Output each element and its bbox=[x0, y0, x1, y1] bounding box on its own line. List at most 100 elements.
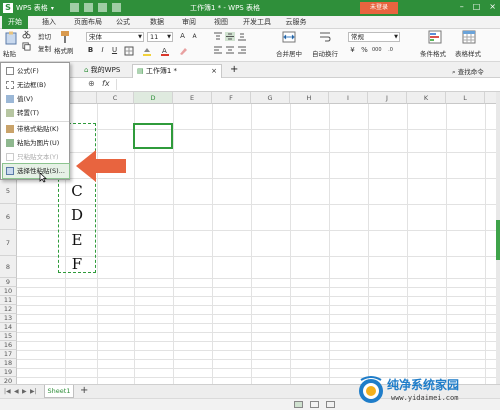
row-header-12[interactable]: 12 bbox=[0, 305, 17, 314]
print-icon[interactable] bbox=[84, 3, 93, 12]
close-icon[interactable]: × bbox=[489, 2, 496, 11]
cell-value[interactable]: E bbox=[63, 231, 91, 249]
row-header-9[interactable]: 9 bbox=[0, 278, 17, 287]
cell-value[interactable]: F bbox=[63, 255, 91, 273]
tab-my-wps[interactable]: ⌂ 我的WPS bbox=[80, 64, 124, 78]
column-header-g[interactable]: G bbox=[251, 92, 290, 104]
row-header-7[interactable]: 7 bbox=[0, 230, 17, 256]
column-header-f[interactable]: F bbox=[212, 92, 251, 104]
tab-home[interactable]: 开始 bbox=[2, 16, 28, 29]
table-style-icon[interactable] bbox=[462, 30, 476, 44]
wps-menu-button[interactable]: S WPS 表格 ▾ bbox=[0, 0, 64, 16]
tab-data[interactable]: 数据 bbox=[146, 16, 168, 29]
row-header-18[interactable]: 18 bbox=[0, 359, 17, 368]
menu-item-paste-values[interactable]: 值(V) bbox=[3, 92, 69, 106]
fill-color-icon[interactable] bbox=[142, 46, 152, 56]
row-header-13[interactable]: 13 bbox=[0, 314, 17, 323]
clear-format-icon[interactable] bbox=[178, 46, 188, 56]
increase-font-icon[interactable]: A bbox=[178, 32, 187, 41]
row-header-15[interactable]: 15 bbox=[0, 332, 17, 341]
cell-value[interactable]: C bbox=[63, 182, 91, 200]
format-painter-label[interactable]: 格式刷 bbox=[54, 45, 74, 55]
column-header[interactable] bbox=[485, 92, 496, 104]
formula-input[interactable] bbox=[116, 79, 496, 90]
format-painter-icon[interactable] bbox=[58, 30, 72, 44]
copy-label[interactable]: 复制 bbox=[38, 43, 51, 53]
row-header-10[interactable]: 10 bbox=[0, 287, 17, 296]
border-icon[interactable] bbox=[124, 46, 134, 56]
tab-workbook1[interactable]: ▤ 工作簿1 * × bbox=[132, 64, 222, 78]
tab-cloud[interactable]: 云服务 bbox=[282, 16, 310, 29]
number-format-select[interactable]: 常规 ▼ bbox=[348, 32, 400, 42]
scrollbar-thumb[interactable] bbox=[496, 220, 500, 260]
menu-item-transpose[interactable]: 转置(T) bbox=[3, 106, 69, 120]
tab-view[interactable]: 视图 bbox=[210, 16, 232, 29]
page-layout-icon[interactable] bbox=[310, 401, 319, 408]
thousands-icon[interactable]: 000 bbox=[372, 46, 382, 55]
column-header-k[interactable]: K bbox=[407, 92, 446, 104]
cut-label[interactable]: 剪切 bbox=[38, 31, 51, 41]
copy-icon[interactable] bbox=[22, 42, 31, 51]
row-header-6[interactable]: 6 bbox=[0, 204, 17, 230]
percent-button[interactable]: % bbox=[360, 46, 369, 55]
table-style-label[interactable]: 表格样式 bbox=[455, 48, 481, 58]
undo-icon[interactable] bbox=[98, 3, 107, 12]
paste-icon[interactable] bbox=[4, 31, 18, 45]
page-break-icon[interactable] bbox=[326, 401, 335, 408]
menu-item-paste-no-border[interactable]: 无边框(B) bbox=[3, 78, 69, 92]
decrease-font-icon[interactable]: A bbox=[190, 32, 199, 41]
new-tab-icon[interactable]: + bbox=[226, 64, 242, 78]
align-top-icon[interactable] bbox=[213, 32, 223, 41]
row-header-20[interactable]: 20 bbox=[0, 377, 17, 384]
normal-view-icon[interactable] bbox=[294, 401, 303, 408]
bold-button[interactable]: B bbox=[86, 46, 95, 55]
column-header-j[interactable]: J bbox=[368, 92, 407, 104]
align-right-icon[interactable] bbox=[237, 46, 247, 55]
close-icon[interactable]: × bbox=[211, 65, 217, 78]
minimize-icon[interactable]: – bbox=[460, 2, 464, 11]
save-icon[interactable] bbox=[70, 3, 79, 12]
scissors-icon[interactable] bbox=[22, 30, 31, 39]
currency-icon[interactable]: ¥ bbox=[348, 46, 357, 55]
conditional-format-icon[interactable] bbox=[428, 30, 442, 44]
zoom-icon[interactable]: ⊕ bbox=[88, 79, 95, 88]
next-sheet-icon[interactable]: ▶ bbox=[22, 388, 27, 395]
spreadsheet-grid[interactable]: C D E F G H I J K L 5 6 7 8 9 10 11 12 1… bbox=[0, 92, 496, 384]
column-header-c[interactable]: C bbox=[97, 92, 134, 104]
column-header-h[interactable]: H bbox=[290, 92, 329, 104]
column-header-d[interactable]: D bbox=[134, 92, 173, 104]
wrap-text-icon[interactable] bbox=[318, 30, 332, 44]
maximize-icon[interactable]: □ bbox=[473, 2, 481, 11]
tab-review[interactable]: 审阅 bbox=[178, 16, 200, 29]
login-button[interactable]: 未登录 bbox=[360, 2, 398, 14]
first-sheet-icon[interactable]: |◀ bbox=[4, 388, 11, 395]
menu-item-paste-special[interactable]: 选择性粘贴(S)... bbox=[2, 163, 70, 179]
row-header-5[interactable]: 5 bbox=[0, 178, 17, 204]
row-header-19[interactable]: 19 bbox=[0, 368, 17, 377]
row-header-14[interactable]: 14 bbox=[0, 323, 17, 332]
align-bottom-icon[interactable] bbox=[237, 32, 247, 41]
add-sheet-icon[interactable]: + bbox=[80, 385, 88, 396]
menu-item-paste-as-picture[interactable]: 粘贴为图片(U) bbox=[3, 136, 69, 150]
tab-developer[interactable]: 开发工具 bbox=[240, 16, 274, 29]
fx-button[interactable]: fx bbox=[102, 79, 110, 88]
tab-formulas[interactable]: 公式 bbox=[112, 16, 134, 29]
align-center-icon[interactable] bbox=[225, 46, 235, 55]
italic-button[interactable]: I bbox=[98, 46, 107, 55]
merge-center-label[interactable]: 合并居中 bbox=[276, 48, 302, 58]
tab-insert[interactable]: 插入 bbox=[38, 16, 60, 29]
active-cell[interactable] bbox=[133, 123, 173, 149]
menu-item-paste-with-format[interactable]: 带格式粘贴(K) bbox=[3, 122, 69, 136]
paste-label[interactable]: 粘贴 bbox=[3, 48, 16, 58]
menu-item-paste-formula[interactable]: 公式(F) bbox=[3, 64, 69, 78]
row-header-8[interactable]: 8 bbox=[0, 256, 17, 278]
row-header-17[interactable]: 17 bbox=[0, 350, 17, 359]
prev-sheet-icon[interactable]: ◀ bbox=[14, 388, 19, 395]
column-header-e[interactable]: E bbox=[173, 92, 212, 104]
conditional-format-label[interactable]: 条件格式 bbox=[420, 48, 446, 58]
redo-icon[interactable] bbox=[112, 3, 121, 12]
row-header-11[interactable]: 11 bbox=[0, 296, 17, 305]
align-middle-icon[interactable] bbox=[225, 32, 235, 41]
underline-button[interactable]: U bbox=[110, 46, 119, 55]
wrap-text-label[interactable]: 自动换行 bbox=[312, 48, 338, 58]
